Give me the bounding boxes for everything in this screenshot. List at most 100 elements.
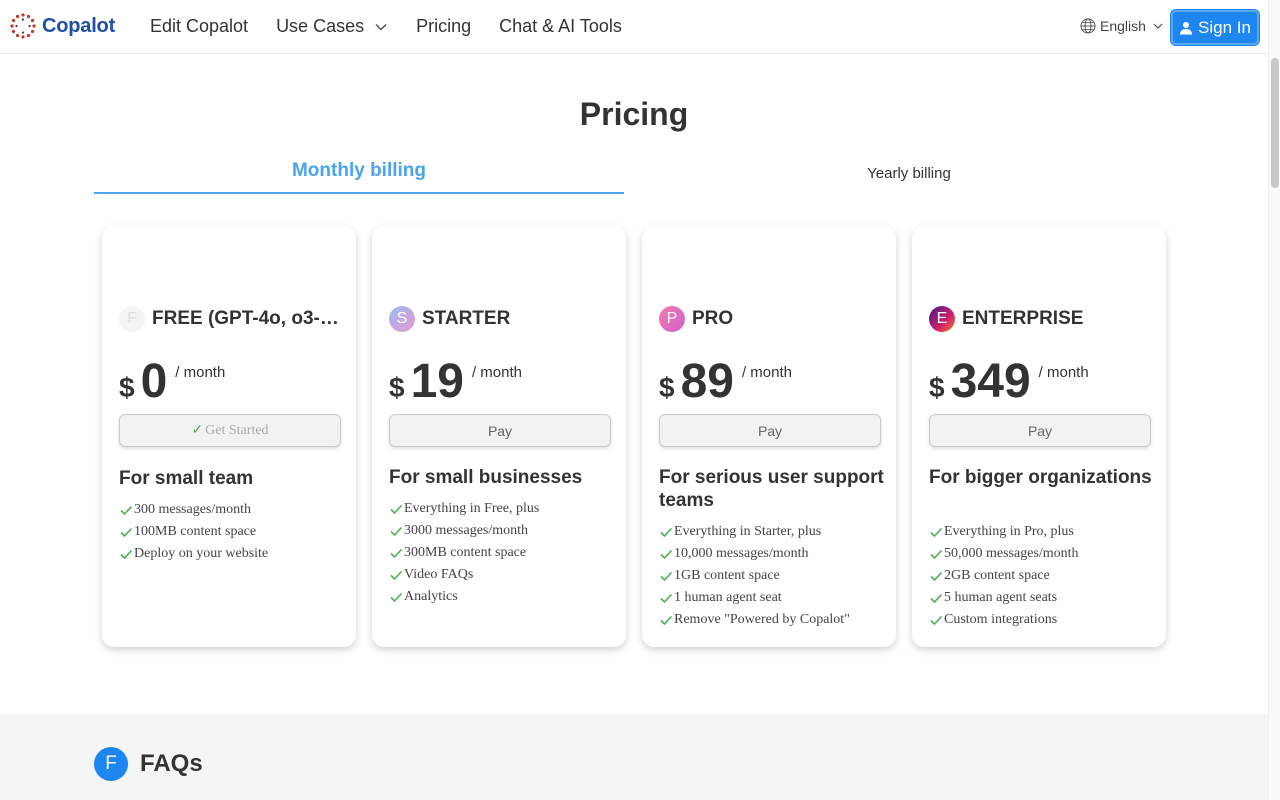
logo-text: Copalot xyxy=(42,14,116,37)
scrollbar-thumb[interactable] xyxy=(1271,58,1279,188)
check-icon xyxy=(660,527,673,538)
feature-item: 3000 messages/month xyxy=(389,520,619,542)
feature-item: 2GB content space xyxy=(929,565,1159,587)
feature-text: Video FAQs xyxy=(404,567,474,582)
feature-item: Remove "Powered by Copalot" xyxy=(659,609,889,631)
price-period: / month xyxy=(741,364,792,381)
check-icon xyxy=(930,527,943,538)
get-started-button[interactable]: ✓ Get Started xyxy=(119,414,341,447)
feature-item: Everything in Starter, plus xyxy=(659,521,889,543)
feature-text: 50,000 messages/month xyxy=(944,546,1079,561)
plan-tagline: For bigger organizations xyxy=(929,467,1152,488)
tab-yearly-billing[interactable]: Yearly billing xyxy=(644,165,1174,182)
plan-features: Everything in Pro, plus 50,000 messages/… xyxy=(929,521,1159,631)
check-icon xyxy=(390,526,403,537)
feature-text: Remove "Powered by Copalot" xyxy=(674,612,850,627)
language-label: English xyxy=(1100,18,1146,34)
plan-avatar: F xyxy=(119,306,145,332)
price-amount: 89 xyxy=(680,355,734,408)
button-label: Get Started xyxy=(205,422,269,438)
logo-icon xyxy=(10,13,36,39)
pay-button[interactable]: Pay xyxy=(389,414,611,447)
price-currency: $ xyxy=(389,372,405,403)
nav-label: Chat & AI Tools xyxy=(499,16,622,36)
price-currency: $ xyxy=(659,372,675,403)
button-label: Pay xyxy=(487,422,513,439)
nav-label: Use Cases xyxy=(276,16,365,36)
nav-label: Edit Copalot xyxy=(150,16,249,36)
check-icon xyxy=(660,615,673,626)
check-icon xyxy=(660,593,673,604)
price-amount: 349 xyxy=(950,355,1031,408)
button-label: Pay xyxy=(1027,422,1053,439)
button-label: Pay xyxy=(757,422,783,439)
plan-name: STARTER xyxy=(422,308,511,329)
plan-features: Everything in Free, plus 3000 messages/m… xyxy=(389,498,619,608)
feature-item: Deploy on your website xyxy=(119,543,349,565)
sign-in-button[interactable]: Sign In xyxy=(1171,10,1259,45)
plan-avatar: S xyxy=(389,306,415,332)
plan-card-pro: P PRO $ 89 / month Pay For serious user … xyxy=(642,226,896,647)
price-amount: 0 xyxy=(140,355,168,408)
plan-header: P PRO xyxy=(659,306,884,332)
price-currency: $ xyxy=(119,372,135,403)
feature-text: Everything in Pro, plus xyxy=(944,524,1074,539)
price-period: / month xyxy=(471,364,522,381)
plan-name: PRO xyxy=(692,308,734,329)
plan-card-free: F FREE (GPT-4o, o3-mini, Claude 3.5) $ 0… xyxy=(102,226,356,647)
feature-text: 300 messages/month xyxy=(134,502,252,517)
plan-card-starter: S STARTER $ 19 / month Pay For small bus… xyxy=(372,226,626,647)
plan-price: $ 349 / month xyxy=(929,354,1089,409)
nav-pricing[interactable]: Pricing xyxy=(416,16,471,37)
nav-label: Pricing xyxy=(416,16,472,36)
feature-text: Analytics xyxy=(404,589,458,604)
price-currency: $ xyxy=(929,372,945,403)
feature-text: 10,000 messages/month xyxy=(674,546,809,561)
check-icon xyxy=(930,571,943,582)
feature-text: 2GB content space xyxy=(944,568,1050,583)
check-icon xyxy=(390,592,403,603)
check-icon xyxy=(120,505,133,516)
check-icon xyxy=(120,527,133,538)
feature-item: 1GB content space xyxy=(659,565,889,587)
pay-button[interactable]: Pay xyxy=(659,414,881,447)
feature-text: Deploy on your website xyxy=(134,546,269,561)
check-icon xyxy=(390,548,403,559)
nav-edit-copalot[interactable]: Edit Copalot xyxy=(150,16,248,37)
feature-item: 100MB content space xyxy=(119,521,349,543)
nav-chat-ai-tools[interactable]: Chat & AI Tools xyxy=(499,16,622,37)
feature-item: Everything in Pro, plus xyxy=(929,521,1159,543)
plan-avatar: P xyxy=(659,306,685,332)
main-nav: Edit Copalot Use Cases Pricing Chat & AI… xyxy=(150,16,650,37)
plan-card-enterprise: E ENTERPRISE $ 349 / month Pay For bigge… xyxy=(912,226,1166,647)
sign-in-label: Sign In xyxy=(1198,17,1251,37)
feature-text: 1GB content space xyxy=(674,568,780,583)
plan-features: 300 messages/month 100MB content space D… xyxy=(119,499,349,565)
feature-text: Everything in Starter, plus xyxy=(674,524,822,539)
plan-features: Everything in Starter, plus 10,000 messa… xyxy=(659,521,889,631)
feature-item: 10,000 messages/month xyxy=(659,543,889,565)
feature-text: Custom integrations xyxy=(944,612,1058,627)
price-period: / month xyxy=(1038,364,1089,381)
page-scrollbar[interactable] xyxy=(1268,0,1280,800)
feature-text: 1 human agent seat xyxy=(674,590,782,605)
nav-use-cases[interactable]: Use Cases xyxy=(276,16,388,37)
user-icon xyxy=(1180,21,1193,34)
check-icon xyxy=(660,549,673,560)
chevron-down-icon xyxy=(1153,23,1163,29)
plan-tagline: For small team xyxy=(119,468,254,489)
feature-item: 300 messages/month xyxy=(119,499,349,521)
faq-section: F FAQs xyxy=(0,714,1268,800)
tab-monthly-billing[interactable]: Monthly billing xyxy=(94,160,624,194)
check-icon xyxy=(390,504,403,515)
pay-button[interactable]: Pay xyxy=(929,414,1151,447)
check-icon xyxy=(930,593,943,604)
feature-item: Video FAQs xyxy=(389,564,619,586)
feature-text: 300MB content space xyxy=(404,545,527,560)
language-selector[interactable]: English xyxy=(1080,18,1164,34)
price-amount: 19 xyxy=(410,355,464,408)
plan-name: FREE (GPT-4o, o3-mini, Claude 3.5) xyxy=(152,308,344,329)
faq-title: FAQs xyxy=(140,750,203,777)
plan-price: $ 89 / month xyxy=(659,354,792,409)
logo[interactable]: Copalot xyxy=(10,13,115,39)
